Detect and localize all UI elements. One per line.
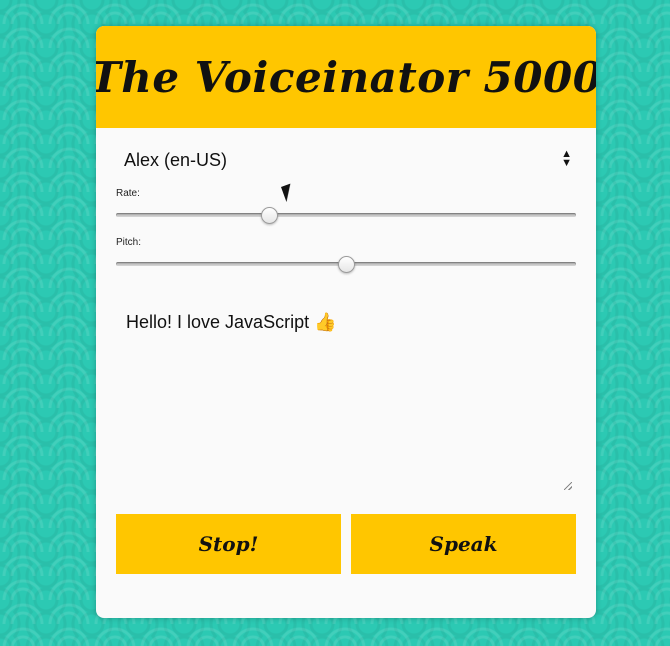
message-textarea[interactable]: Hello! I love JavaScript 👍	[116, 302, 576, 492]
panel-body: Alex (en-US) ▲ ▼ Rate: Pitch: Hello! I l…	[96, 136, 596, 574]
rate-label: Rate:	[116, 188, 140, 199]
pitch-label: Pitch:	[116, 237, 142, 248]
button-row: Stop! Speak	[116, 514, 576, 574]
rate-slider-track[interactable]	[116, 213, 576, 217]
voiceinator-panel: The Voiceinator 5000 Alex (en-US) ▲ ▼ Ra…	[96, 26, 596, 618]
resize-grip-icon[interactable]	[564, 482, 572, 490]
stop-button[interactable]: Stop!	[116, 514, 341, 574]
voice-select-value: Alex (en-US)	[124, 149, 228, 170]
app-title: The Voiceinator 5000	[96, 52, 596, 102]
message-text: Hello! I love JavaScript 👍	[126, 312, 337, 332]
pitch-slider[interactable]	[116, 248, 576, 282]
select-arrows-icon: ▲ ▼	[561, 149, 572, 169]
rate-slider-thumb[interactable]	[261, 207, 279, 224]
header: The Voiceinator 5000	[96, 26, 596, 128]
arrow-down-icon: ▼	[561, 157, 572, 169]
speak-button[interactable]: Speak	[351, 514, 576, 574]
voice-select[interactable]: Alex (en-US) ▲ ▼	[116, 136, 576, 184]
pitch-slider-thumb[interactable]	[338, 256, 355, 273]
rate-slider[interactable]	[116, 199, 576, 233]
